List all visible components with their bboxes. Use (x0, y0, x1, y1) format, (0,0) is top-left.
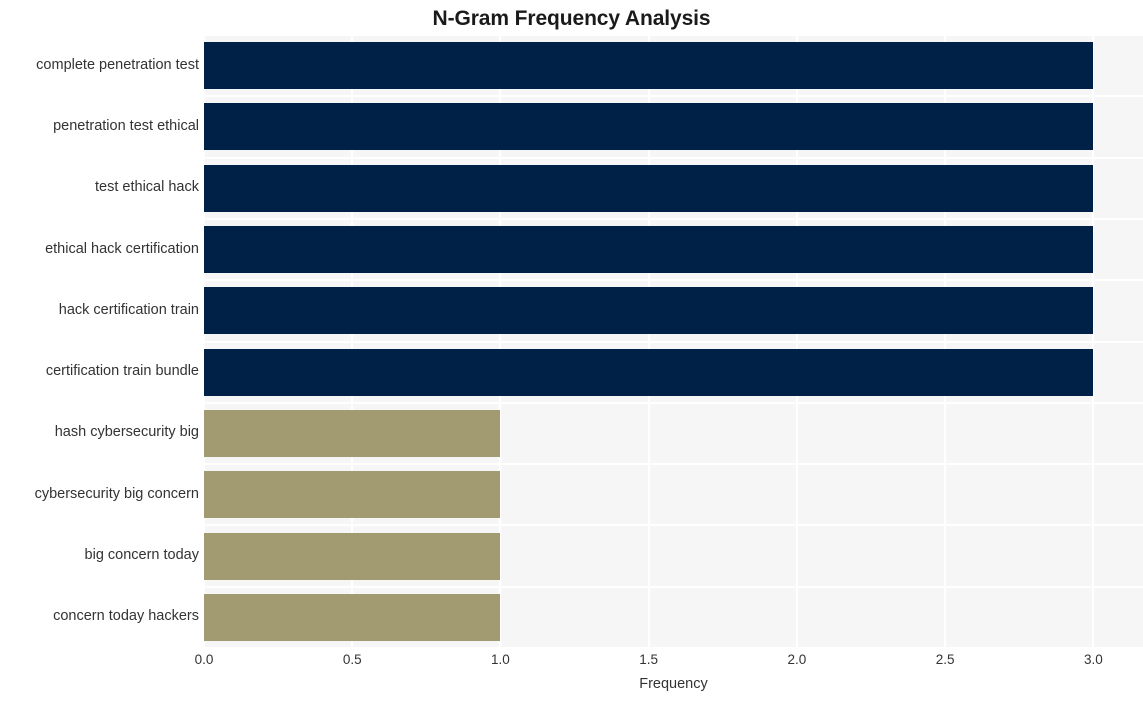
x-axis-tick-label: 1.5 (639, 652, 659, 667)
ngram-frequency-chart-figure: N-Gram Frequency Analysis complete penet… (0, 0, 1143, 701)
bar[interactable] (204, 409, 501, 457)
bar[interactable] (204, 471, 501, 519)
x-axis-title: Frequency (639, 676, 708, 692)
bar[interactable] (204, 287, 1094, 335)
bar[interactable] (204, 348, 1094, 396)
y-axis-tick-label: hash cybersecurity big (54, 424, 199, 441)
y-axis-tick-label: concern today hackers (53, 608, 199, 625)
x-axis-tick-label: 0.0 (194, 652, 214, 667)
y-axis-tick-label: penetration test ethical (53, 117, 199, 134)
bar[interactable] (204, 593, 501, 641)
y-axis-tick-label: big concern today (84, 547, 199, 564)
x-axis-tick-label: 1.0 (491, 652, 510, 667)
y-axis-tick-label: test ethical hack (95, 179, 199, 196)
y-axis-tick-label: ethical hack certification (45, 240, 199, 257)
chart-title: N-Gram Frequency Analysis (432, 7, 711, 30)
x-axis-tick-label: 2.5 (935, 652, 955, 667)
bar[interactable] (204, 164, 1094, 212)
y-axis-tick-labels: complete penetration test penetration tes… (0, 35, 199, 648)
y-axis-tick-label: hack certification train (58, 301, 199, 318)
x-axis-tick-label: 2.0 (787, 652, 807, 667)
bar[interactable] (204, 226, 1094, 274)
y-axis-tick-label: cybersecurity big concern (34, 485, 199, 502)
bar[interactable] (204, 42, 1094, 90)
y-axis-tick-label: certification train bundle (45, 363, 199, 380)
bar[interactable] (204, 532, 501, 580)
bar[interactable] (204, 103, 1094, 151)
x-axis-tick-label: 0.5 (342, 652, 362, 667)
plot-area (203, 34, 1143, 649)
x-axis-tick-labels: 0.0 0.5 1.0 1.5 2.0 2.5 3.0 (0, 652, 1143, 672)
y-axis-tick-label: complete penetration test (36, 56, 199, 73)
bars-layer (204, 35, 1143, 648)
x-axis-tick-label: 3.0 (1083, 652, 1103, 667)
